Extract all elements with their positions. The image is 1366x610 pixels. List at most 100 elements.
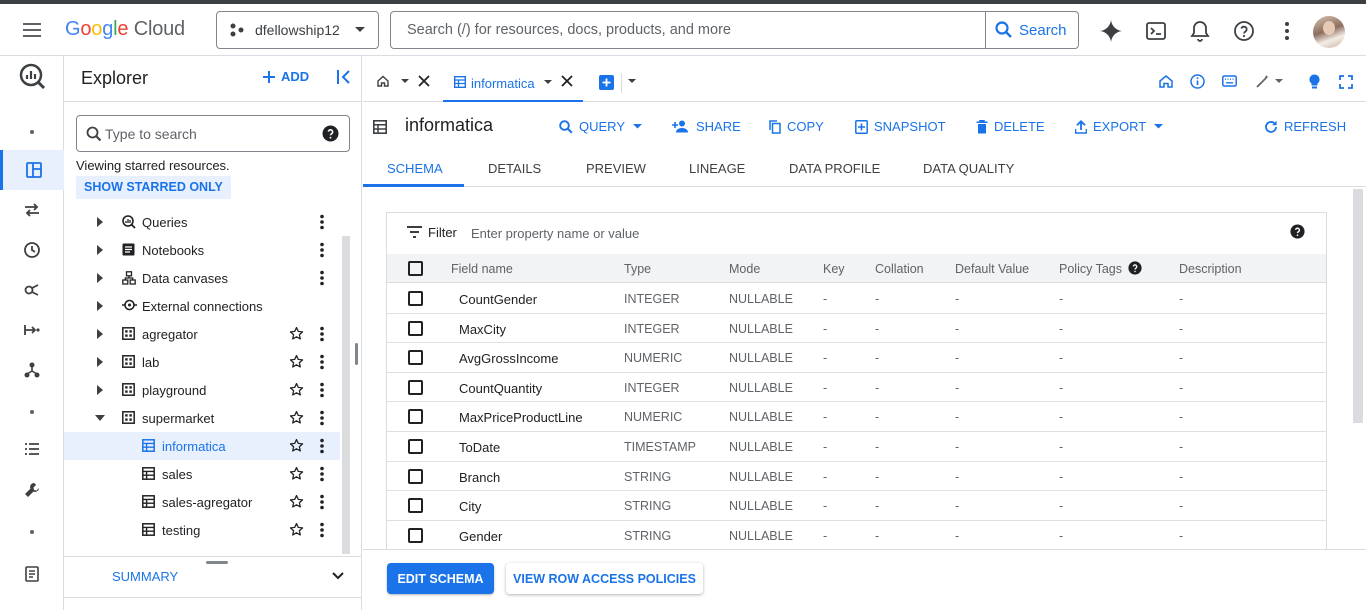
close-icon[interactable] (418, 75, 430, 87)
dataform-icon[interactable] (0, 350, 64, 390)
column-header-type[interactable]: Type (624, 262, 651, 276)
more-vert-icon[interactable] (319, 242, 325, 258)
query-button[interactable]: QUERY (559, 119, 642, 134)
column-header-field-name[interactable]: Field name (451, 262, 513, 276)
data-transfers-icon[interactable] (0, 190, 64, 230)
star-icon[interactable] (289, 410, 304, 425)
schema-filter-input[interactable] (471, 223, 971, 243)
star-icon[interactable] (289, 494, 304, 509)
row-checkbox[interactable] (408, 320, 423, 336)
release-notes-icon[interactable] (0, 554, 64, 594)
edit-schema-button[interactable]: EDIT SCHEMA (387, 563, 494, 594)
content-scrollbar[interactable] (1353, 189, 1363, 423)
star-icon[interactable] (289, 354, 304, 369)
star-icon[interactable] (289, 438, 304, 453)
search-button[interactable]: Search (985, 12, 1078, 48)
info-icon[interactable] (1190, 74, 1205, 89)
refresh-button[interactable]: REFRESH (1264, 119, 1346, 134)
tree-item-dataset[interactable]: agregator (64, 320, 340, 348)
bigquery-logo-icon[interactable] (0, 56, 64, 96)
row-checkbox[interactable] (408, 468, 423, 484)
pipelines-icon[interactable] (0, 310, 64, 350)
google-cloud-logo[interactable]: Google Cloud (65, 18, 185, 41)
star-icon[interactable] (289, 382, 304, 397)
row-checkbox[interactable] (408, 527, 423, 543)
tab-preview[interactable]: PREVIEW (586, 161, 646, 176)
row-checkbox[interactable] (408, 379, 423, 395)
admin-wrench-icon[interactable] (0, 470, 64, 510)
close-icon[interactable] (561, 75, 573, 87)
chevron-down-icon[interactable] (330, 567, 346, 583)
column-header-collation[interactable]: Collation (875, 262, 924, 276)
row-checkbox[interactable] (408, 350, 423, 366)
tree-item-node[interactable]: External connections (64, 292, 340, 320)
snapshot-button[interactable]: SNAPSHOT (855, 119, 946, 134)
collapse-explorer-icon[interactable] (335, 68, 353, 86)
tree-item-table[interactable]: informatica (64, 432, 340, 460)
job-history-icon[interactable] (0, 429, 64, 469)
expand-right-icon[interactable] (97, 273, 104, 283)
tab-informatica[interactable]: informatica (443, 64, 583, 102)
add-data-button[interactable]: ADD (262, 69, 309, 84)
tab-details[interactable]: DETAILS (488, 161, 541, 176)
help-icon[interactable] (1128, 261, 1142, 275)
column-header-default-value[interactable]: Default Value (955, 262, 1029, 276)
notifications-icon[interactable] (1190, 20, 1210, 42)
home-icon[interactable] (1159, 75, 1173, 88)
analytics-hub-icon[interactable] (0, 270, 64, 310)
tree-item-table[interactable]: sales-agregator (64, 488, 340, 516)
help-icon[interactable] (1290, 224, 1305, 239)
chevron-down-icon[interactable] (628, 79, 636, 84)
more-vert-icon[interactable] (319, 214, 325, 230)
tab-lineage[interactable]: LINEAGE (689, 161, 745, 176)
tab-data-quality[interactable]: DATA QUALITY (923, 161, 1014, 176)
tab-data-profile[interactable]: DATA PROFILE (789, 161, 880, 176)
more-vert-icon[interactable] (319, 354, 325, 370)
row-checkbox[interactable] (408, 439, 423, 454)
help-icon[interactable] (322, 125, 339, 142)
account-avatar[interactable] (1313, 16, 1345, 48)
cloud-shell-icon[interactable] (1145, 20, 1167, 42)
share-button[interactable]: SHARE (672, 119, 741, 134)
magic-wand-icon[interactable] (1255, 74, 1271, 89)
expand-down-icon[interactable] (95, 415, 105, 422)
star-icon[interactable] (289, 326, 304, 341)
explorer-resize-handle[interactable] (355, 343, 358, 365)
export-button[interactable]: EXPORT (1075, 119, 1164, 134)
explorer-scrollbar[interactable] (342, 236, 350, 554)
summary-drag-handle[interactable] (206, 561, 228, 564)
more-vert-icon[interactable] (319, 466, 325, 482)
help-icon[interactable] (1233, 20, 1255, 42)
show-starred-only-button[interactable]: SHOW STARRED ONLY (76, 176, 231, 199)
tree-item-node[interactable]: Queries (64, 208, 340, 236)
scheduled-queries-icon[interactable] (0, 230, 64, 270)
gemini-icon[interactable] (1099, 19, 1123, 43)
expand-right-icon[interactable] (97, 245, 104, 255)
summary-toggle[interactable]: SUMMARY (112, 569, 178, 584)
more-vert-icon[interactable] (319, 326, 325, 342)
tree-item-node[interactable]: Notebooks (64, 236, 340, 264)
column-header-policy-tags[interactable]: Policy Tags (1059, 262, 1122, 276)
tab-schema[interactable]: SCHEMA (387, 161, 443, 176)
explorer-search-input[interactable] (105, 123, 315, 145)
column-header-description[interactable]: Description (1179, 262, 1242, 276)
tree-item-node[interactable]: Data canvases (64, 264, 340, 292)
expand-right-icon[interactable] (97, 357, 104, 367)
home-icon[interactable] (377, 75, 389, 87)
star-icon[interactable] (289, 466, 304, 481)
tree-item-dataset[interactable]: supermarket (64, 404, 340, 432)
expand-right-icon[interactable] (97, 217, 104, 227)
column-header-key[interactable]: Key (823, 262, 845, 276)
more-vert-icon[interactable] (1280, 20, 1294, 42)
copy-button[interactable]: COPY (769, 119, 824, 134)
star-icon[interactable] (289, 522, 304, 537)
more-vert-icon[interactable] (319, 438, 325, 454)
row-checkbox[interactable] (408, 409, 423, 425)
main-menu-icon[interactable] (20, 18, 44, 42)
tree-item-dataset[interactable]: lab (64, 348, 340, 376)
expand-right-icon[interactable] (97, 329, 104, 339)
view-row-access-policies-button[interactable]: VIEW ROW ACCESS POLICIES (506, 563, 703, 594)
fullscreen-icon[interactable] (1339, 75, 1353, 89)
more-vert-icon[interactable] (319, 522, 325, 538)
select-all-checkbox[interactable] (408, 261, 423, 276)
